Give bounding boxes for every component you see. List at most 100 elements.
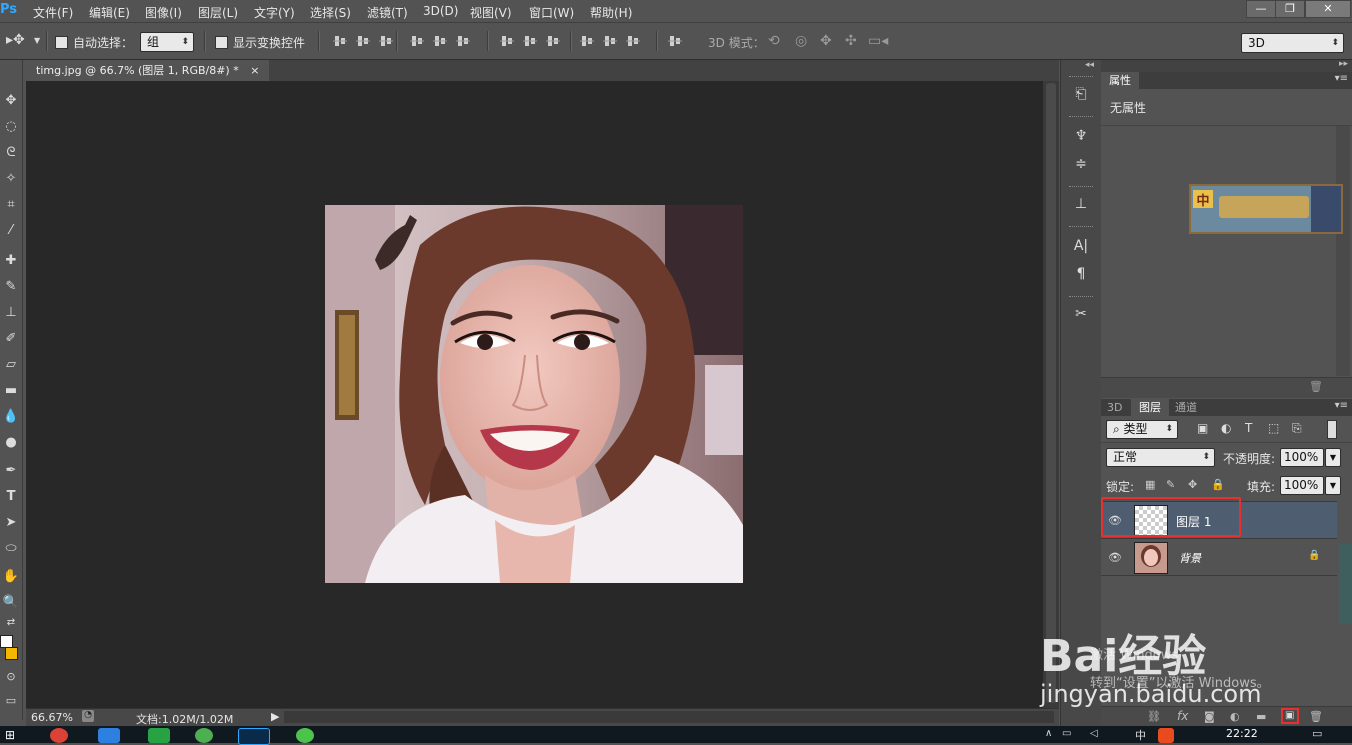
align-left-edges-icon[interactable] <box>410 35 424 47</box>
menu-filter[interactable]: 滤镜(T) <box>367 4 408 21</box>
align-right-edges-icon[interactable] <box>456 35 470 47</box>
status-info-icon[interactable]: ◔ <box>82 710 94 722</box>
opacity-dropdown-icon[interactable]: ▼ <box>1325 448 1341 467</box>
minimize-button[interactable]: — <box>1246 0 1276 18</box>
notification-icon[interactable]: ▭ <box>1312 727 1322 740</box>
auto-select-target-select[interactable]: 组 ⬍ <box>140 32 194 52</box>
gradient-tool-icon[interactable]: ▬ <box>0 380 22 402</box>
menu-edit[interactable]: 编辑(E) <box>89 4 130 21</box>
tool-presets-icon[interactable]: ✂ <box>1071 304 1091 324</box>
windows-start-icon[interactable]: ⊞ <box>5 728 15 742</box>
brush-presets-icon[interactable]: ♆ <box>1071 126 1091 146</box>
menu-image[interactable]: 图像(I) <box>145 4 182 21</box>
character-panel-icon[interactable]: A| <box>1071 236 1091 256</box>
menu-layer[interactable]: 图层(L) <box>198 4 238 21</box>
path-selection-tool-icon[interactable]: ➤ <box>0 512 22 534</box>
distribute-bottom-icon[interactable] <box>546 35 560 47</box>
layer-name[interactable]: 背景 <box>1179 550 1201 566</box>
distribute-top-icon[interactable] <box>500 35 514 47</box>
tab-layers[interactable]: 图层 <box>1131 399 1169 416</box>
fill-input[interactable]: 100% <box>1280 476 1324 495</box>
tab-3d[interactable]: 3D <box>1101 399 1128 416</box>
filter-toggle-icon[interactable] <box>1327 420 1337 439</box>
magic-wand-tool-icon[interactable]: ✧ <box>0 168 22 190</box>
adjustment-layer-icon[interactable]: ◐ <box>1230 710 1240 723</box>
wechat-icon[interactable] <box>195 728 213 743</box>
tray-up-icon[interactable]: ∧ <box>1045 728 1052 739</box>
blend-mode-select[interactable]: 正常 ⬍ <box>1106 448 1215 467</box>
horizontal-scrollbar[interactable] <box>284 711 1054 723</box>
layers-scrollbar[interactable] <box>1339 544 1352 624</box>
browser-icon[interactable] <box>98 728 120 743</box>
menu-help[interactable]: 帮助(H) <box>590 4 632 21</box>
zoom-tool-icon[interactable]: 🔍 <box>0 592 22 614</box>
scrollbar-thumb[interactable] <box>1046 83 1056 703</box>
input-method-indicator[interactable]: 中 <box>1135 727 1146 743</box>
filter-type-icon[interactable]: T <box>1245 421 1252 435</box>
eye-icon[interactable]: 👁 <box>1108 551 1122 564</box>
menu-3d[interactable]: 3D(D) <box>423 4 458 18</box>
history-panel-icon[interactable]: ⎗ <box>1071 84 1091 104</box>
distribute-right-icon[interactable] <box>626 35 640 47</box>
canvas-vertical-scrollbar[interactable] <box>1043 81 1059 708</box>
trash-icon[interactable]: 🗑 <box>1309 380 1323 393</box>
tray-volume-icon[interactable]: ◁ <box>1090 728 1098 739</box>
zoom-level[interactable]: 66.67% <box>31 711 73 724</box>
app-icon[interactable] <box>296 728 314 743</box>
align-bottom-edges-icon[interactable] <box>379 35 393 47</box>
adjustments-icon[interactable]: ≑ <box>1071 154 1091 174</box>
preset-dropdown-icon[interactable]: ▼ <box>34 36 40 45</box>
3d-roll-icon[interactable]: ◎ <box>795 33 807 49</box>
show-transform-checkbox[interactable] <box>215 36 228 49</box>
3d-pan-icon[interactable]: ✥ <box>820 33 832 49</box>
tab-properties[interactable]: 属性 <box>1101 72 1139 89</box>
lock-transparent-icon[interactable]: ▦ <box>1145 478 1155 491</box>
opacity-input[interactable]: 100% <box>1280 448 1324 467</box>
clock[interactable]: 22:22 <box>1226 727 1258 740</box>
document-image[interactable] <box>325 205 743 583</box>
filter-shape-icon[interactable]: ⬚ <box>1268 421 1279 435</box>
lock-image-icon[interactable]: ✎ <box>1166 478 1175 491</box>
clone-source-icon[interactable]: ⊥ <box>1071 194 1091 214</box>
menu-file[interactable]: 文件(F) <box>33 4 73 21</box>
link-layers-icon[interactable]: ⛓ <box>1147 710 1161 723</box>
move-tool-icon[interactable]: ✥ <box>0 90 22 112</box>
type-tool-icon[interactable]: T <box>0 486 22 508</box>
dodge-tool-icon[interactable]: ● <box>0 432 22 454</box>
floating-game-banner[interactable]: 中 <box>1189 184 1343 234</box>
filter-smart-object-icon[interactable]: ⎘ <box>1292 421 1302 436</box>
chrome-icon[interactable] <box>50 728 68 743</box>
add-mask-icon[interactable]: ◙ <box>1204 710 1215 723</box>
status-menu-arrow-icon[interactable]: ▶ <box>271 710 279 723</box>
hand-tool-icon[interactable]: ✋ <box>0 566 22 588</box>
close-window-button[interactable]: ✕ <box>1305 0 1351 18</box>
brush-tool-icon[interactable]: ✎ <box>0 276 22 298</box>
align-top-edges-icon[interactable] <box>333 35 347 47</box>
workspace-select[interactable]: 3D ⬍ <box>1241 33 1344 53</box>
menu-select[interactable]: 选择(S) <box>310 4 351 21</box>
document-tab[interactable]: timg.jpg @ 66.7% (图层 1, RGB/8#) * × <box>26 60 270 81</box>
clone-stamp-tool-icon[interactable]: ⊥ <box>0 302 22 324</box>
3d-scale-icon[interactable]: ▭◂ <box>868 33 888 49</box>
distribute-vertical-centers-icon[interactable] <box>523 35 537 47</box>
lock-all-icon[interactable]: 🔒 <box>1211 478 1225 491</box>
filter-pixel-icon[interactable]: ▣ <box>1197 421 1208 435</box>
align-horizontal-centers-icon[interactable] <box>433 35 447 47</box>
photoshop-taskbar-icon[interactable] <box>238 728 270 745</box>
tab-channels[interactable]: 通道 <box>1169 399 1203 416</box>
background-color-swatch[interactable] <box>5 647 18 660</box>
pen-tool-icon[interactable]: ✒ <box>0 460 22 482</box>
eyedropper-tool-icon[interactable]: ⁄ <box>0 220 22 242</box>
3d-rotate-icon[interactable]: ⟲ <box>768 33 780 49</box>
auto-align-layers-icon[interactable] <box>668 35 682 47</box>
close-document-icon[interactable]: × <box>250 64 259 77</box>
crop-tool-icon[interactable]: ⌗ <box>0 194 22 216</box>
screen-mode-icon[interactable]: ▭ <box>0 690 22 712</box>
tray-app-icon[interactable] <box>1158 728 1174 743</box>
lasso-tool-icon[interactable]: ᘓ <box>0 142 22 164</box>
menu-view[interactable]: 视图(V) <box>470 4 512 21</box>
3d-slide-icon[interactable]: ✣ <box>845 33 857 49</box>
tray-network-icon[interactable]: ▭ <box>1062 728 1071 739</box>
elliptical-marquee-tool-icon[interactable]: ◌ <box>0 116 22 138</box>
dock-expand-icon[interactable]: ▸▸ <box>1339 59 1348 69</box>
